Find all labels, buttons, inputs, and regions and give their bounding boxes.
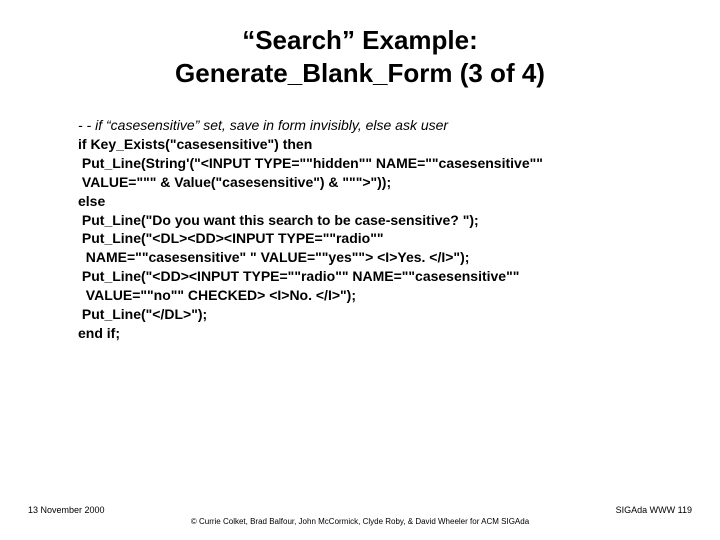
footer-date: 13 November 2000	[28, 505, 105, 515]
code-comment: - - if “casesensitive” set, save in form…	[78, 117, 660, 133]
footer: 13 November 2000 SIGAda WWW 119 © Currie…	[0, 505, 720, 526]
code-block: if Key_Exists("casesensitive") then Put_…	[78, 135, 660, 343]
footer-top: 13 November 2000 SIGAda WWW 119	[28, 505, 692, 515]
slide-title: “Search” Example:Generate_Blank_Form (3 …	[40, 24, 680, 89]
footer-pageref: SIGAda WWW 119	[616, 505, 692, 515]
slide: “Search” Example:Generate_Blank_Form (3 …	[0, 0, 720, 540]
footer-copyright: © Currie Colket, Brad Balfour, John McCo…	[28, 517, 692, 526]
slide-body: - - if “casesensitive” set, save in form…	[40, 117, 680, 343]
